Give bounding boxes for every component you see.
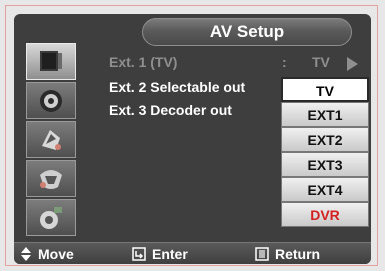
- footer-return: Return: [255, 246, 320, 262]
- menu-row-label: Ext. 3 Decoder out: [109, 102, 232, 118]
- footer-move: Move: [20, 246, 74, 262]
- dropdown-option-tv[interactable]: TV: [281, 77, 369, 102]
- dropdown-option-ext3[interactable]: EXT3: [281, 152, 369, 177]
- category-sidebar: [14, 37, 84, 237]
- av-setup-panel: AV Setup Ext. 1 (TV) : TV Ext. 2 Selecta…: [14, 14, 371, 264]
- menu-title: AV Setup: [142, 18, 352, 46]
- footer-return-label: Return: [275, 246, 321, 262]
- menu-row-ext2[interactable]: Ext. 2 Selectable out :: [109, 76, 287, 98]
- up-down-icon: [21, 247, 31, 261]
- ext1-value: TV: [312, 54, 330, 70]
- right-arrow-icon[interactable]: [347, 57, 358, 71]
- dropdown-option-ext4[interactable]: EXT4: [281, 177, 369, 202]
- dropdown-option-dvr[interactable]: DVR: [281, 202, 369, 227]
- sound-icon[interactable]: [26, 82, 76, 119]
- footer-enter-label: Enter: [152, 246, 188, 262]
- dropdown-option-ext1[interactable]: EXT1: [281, 102, 369, 127]
- channel-icon[interactable]: [26, 121, 76, 158]
- menu-return-icon: [255, 247, 269, 261]
- dropdown-option-ext2[interactable]: EXT2: [281, 127, 369, 152]
- footer-bar: Move Enter Return: [14, 242, 371, 264]
- footer-enter: Enter: [132, 246, 188, 262]
- menu-row-ext3[interactable]: Ext. 3 Decoder out :: [109, 99, 287, 121]
- footer-move-label: Move: [38, 246, 74, 262]
- menu-row-label: Ext. 1 (TV): [109, 54, 178, 70]
- menu-row-ext1[interactable]: Ext. 1 (TV) :: [109, 51, 287, 73]
- enter-icon: [132, 247, 146, 261]
- menu-row-colon: :: [282, 54, 287, 70]
- setup-icon[interactable]: [26, 160, 76, 197]
- input-icon[interactable]: [26, 199, 76, 236]
- output-dropdown[interactable]: TV EXT1 EXT2 EXT3 EXT4 DVR: [281, 77, 369, 227]
- picture-icon[interactable]: [26, 43, 76, 80]
- menu-row-label: Ext. 2 Selectable out: [109, 79, 246, 95]
